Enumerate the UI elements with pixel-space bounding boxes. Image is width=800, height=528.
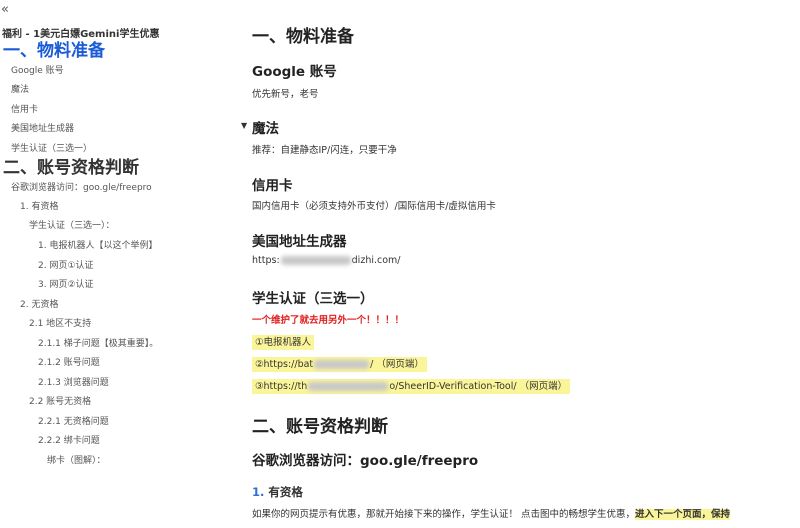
option-web-2-highlight: ③https://th o/SheerID-Verification-Tool/ … xyxy=(252,379,571,394)
toc-item-card-binding-guide[interactable]: 绑卡（图解）： xyxy=(47,455,106,467)
option-telegram-bot: ①电报机器人 xyxy=(252,334,315,350)
address-generator-heading: 美国地址生成器 xyxy=(252,234,347,250)
address-generator-link[interactable]: https: dizhi.com/ xyxy=(252,255,400,266)
option-web-2-suffix: o/SheerID-Verification-Tool/ （网页端） xyxy=(389,381,568,392)
toc-item-materials[interactable]: 一、物料准备 xyxy=(3,43,105,60)
toc-item-student-verification[interactable]: 学生认证（三选一） xyxy=(11,143,92,155)
visit-freepro-heading: 谷歌浏览器访问：goo.gle/freepro xyxy=(252,453,479,469)
toc-item-account-issue[interactable]: 2.1.2 账号问题 xyxy=(38,357,100,369)
option-web-1[interactable]: ②https://bat / （网页端） xyxy=(252,356,427,372)
sidebar: « 福利 - 1美元白嫖Gemini学生优惠 一、物料准备 Google 账号 … xyxy=(0,0,225,528)
eligible-description: 如果你的网页提示有优惠，那就开始接下来的操作，学生认证！ 点击图中的畅想学生优惠… xyxy=(252,506,731,520)
section-materials-heading: 一、物料准备 xyxy=(252,27,354,47)
toc-item-google-account[interactable]: Google 账号 xyxy=(11,65,64,77)
toc-item-telegram-bot[interactable]: 1. 电报机器人【以这个举例】 xyxy=(38,240,157,252)
student-verification-heading: 学生认证（三选一） xyxy=(252,291,374,307)
toc-item-visit-freepro[interactable]: 谷歌浏览器访问：goo.gle/freepro xyxy=(11,182,152,194)
eligible-highlight: 进入下一个页面，保持 xyxy=(635,509,731,520)
toc-item-region-unsupported[interactable]: 2.1 地区不支持 xyxy=(29,318,91,330)
eligible-heading: 1. 有资格 xyxy=(252,484,303,500)
magic-heading: 魔法 xyxy=(252,121,279,137)
credit-card-heading: 信用卡 xyxy=(252,178,293,194)
toc-item-eligible[interactable]: 1. 有资格 xyxy=(20,201,58,213)
google-account-text: 优先新号，老号 xyxy=(252,89,319,100)
toc-item-magic[interactable]: 魔法 xyxy=(11,84,29,96)
option-web-1-prefix: ②https://bat xyxy=(255,359,314,370)
collapse-section-icon[interactable]: ▼ xyxy=(241,121,247,130)
document-content: 一、物料准备 Google 账号 优先新号，老号 魔法 推荐：自建静态IP/闪连… xyxy=(252,0,800,528)
collapse-sidebar-icon[interactable]: « xyxy=(1,3,9,17)
toc-item-card-binding-issue[interactable]: 2.2.2 绑卡问题 xyxy=(38,435,100,447)
redacted-blur xyxy=(314,360,370,369)
option-web-1-suffix: / （网页端） xyxy=(370,359,424,370)
toc-item-eligibility[interactable]: 二、账号资格判断 xyxy=(3,160,139,177)
credit-card-text: 国内信用卡（必须支持外币支付）/国际信用卡/虚拟信用卡 xyxy=(252,201,496,212)
option-web-2[interactable]: ③https://th o/SheerID-Verification-Tool/ … xyxy=(252,378,571,394)
redacted-blur xyxy=(280,256,351,265)
toc-item-account-not-eligible[interactable]: 2.2 账号无资格 xyxy=(29,396,91,408)
toc-item-student-verification-2[interactable]: 学生认证（三选一）： xyxy=(29,220,115,232)
address-link-prefix: https: xyxy=(252,255,280,266)
eligible-number: 1. xyxy=(252,485,265,499)
section-eligibility-heading: 二、账号资格判断 xyxy=(252,417,388,437)
toc-item-no-eligibility-issue[interactable]: 2.2.1 无资格问题 xyxy=(38,416,109,428)
toc-item-web-verify-2[interactable]: 3. 网页②认证 xyxy=(38,279,94,291)
option-web-2-prefix: ③https://th xyxy=(255,381,308,392)
toc-item-credit-card[interactable]: 信用卡 xyxy=(11,104,38,116)
toc-item-address-generator[interactable]: 美国地址生成器 xyxy=(11,123,74,135)
redacted-blur xyxy=(308,382,389,391)
magic-text: 推荐：自建静态IP/闪连，只要干净 xyxy=(252,145,397,156)
option-telegram-bot-highlight: ①电报机器人 xyxy=(252,335,315,350)
toc-item-not-eligible[interactable]: 2. 无资格 xyxy=(20,299,58,311)
address-link-suffix: dizhi.com/ xyxy=(351,255,401,266)
eligible-text: 如果你的网页提示有优惠，那就开始接下来的操作，学生认证！ 点击图中的畅想学生优惠… xyxy=(252,509,636,520)
google-account-heading: Google 账号 xyxy=(252,64,337,80)
toc-item-web-verify-1[interactable]: 2. 网页①认证 xyxy=(38,260,94,272)
toc-item-vpn-issue[interactable]: 2.1.1 梯子问题【极其重要】。 xyxy=(38,338,158,350)
option-web-1-highlight: ②https://bat / （网页端） xyxy=(252,357,427,372)
toc-item-browser-issue[interactable]: 2.1.3 浏览器问题 xyxy=(38,377,109,389)
eligible-title: 有资格 xyxy=(268,485,303,499)
student-warning-text: 一个维护了就去用另外一个！！！！ xyxy=(252,315,405,326)
document-title: 福利 - 1美元白嫖Gemini学生优惠 xyxy=(2,29,160,40)
